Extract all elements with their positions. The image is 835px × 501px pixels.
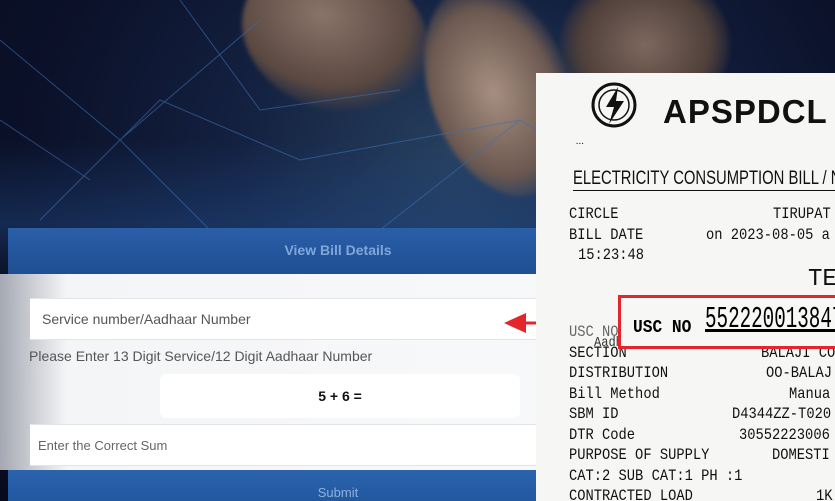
purpose-of-supply-label: PURPOSE OF SUPPLY [569, 446, 710, 464]
contracted-load-label: CONTRACTED LOAD [569, 487, 693, 501]
bill-date-label: BILL DATE [569, 226, 644, 244]
usc-label: USC NO [633, 318, 692, 338]
service-number-hint: Please Enter 13 Digit Service/12 Digit A… [29, 348, 373, 364]
dtr-code-label: DTR Code [569, 426, 636, 444]
bill-tagline: ... [576, 135, 585, 147]
sbm-id-label: SBM ID [569, 405, 619, 423]
distribution-label: DISTRIBUTION [569, 364, 669, 382]
purpose-of-supply-value: DOMESTI [772, 446, 830, 464]
bill-receipt-image: APSPDCL ... ELECTRICITY CONSUMPTION BILL… [536, 73, 835, 501]
captcha-question: 5 + 6 = [318, 388, 362, 404]
service-number-placeholder: Service number/Aadhaar Number [42, 311, 251, 327]
circle-value: TIRUPAT [773, 205, 831, 223]
bill-method-label: Bill Method [569, 385, 660, 403]
captcha-sum-placeholder: Enter the Correct Sum [38, 438, 168, 453]
category-line: CAT:2 SUB CAT:1 PH :1 [569, 467, 743, 485]
captcha-box: 5 + 6 = [160, 374, 520, 418]
usc-number-highlight: USC NO 552220013847 [618, 295, 835, 349]
captcha-sum-input[interactable]: Enter the Correct Sum [30, 424, 560, 466]
apspdcl-logo-icon [591, 82, 637, 128]
usc-value: 552220013847 [705, 302, 835, 337]
bill-date-value: on 2023-08-05 a [706, 226, 830, 244]
bill-title: ELECTRICITY CONSUMPTION BILL / NOTIC [573, 168, 835, 191]
bill-tes-text: TES [808, 266, 835, 293]
bill-time: 15:23:48 [578, 246, 645, 264]
distribution-value: OO-BALAJ [766, 364, 833, 382]
dtr-code-value: 30552223006 [739, 426, 830, 444]
sbm-id-value: D4344ZZ-T020 [732, 405, 832, 423]
bill-method-value: Manua [789, 385, 831, 403]
bill-brand: APSPDCL [663, 93, 828, 130]
contracted-load-value: 1K [816, 487, 833, 501]
circle-label: CIRCLE [569, 205, 619, 223]
